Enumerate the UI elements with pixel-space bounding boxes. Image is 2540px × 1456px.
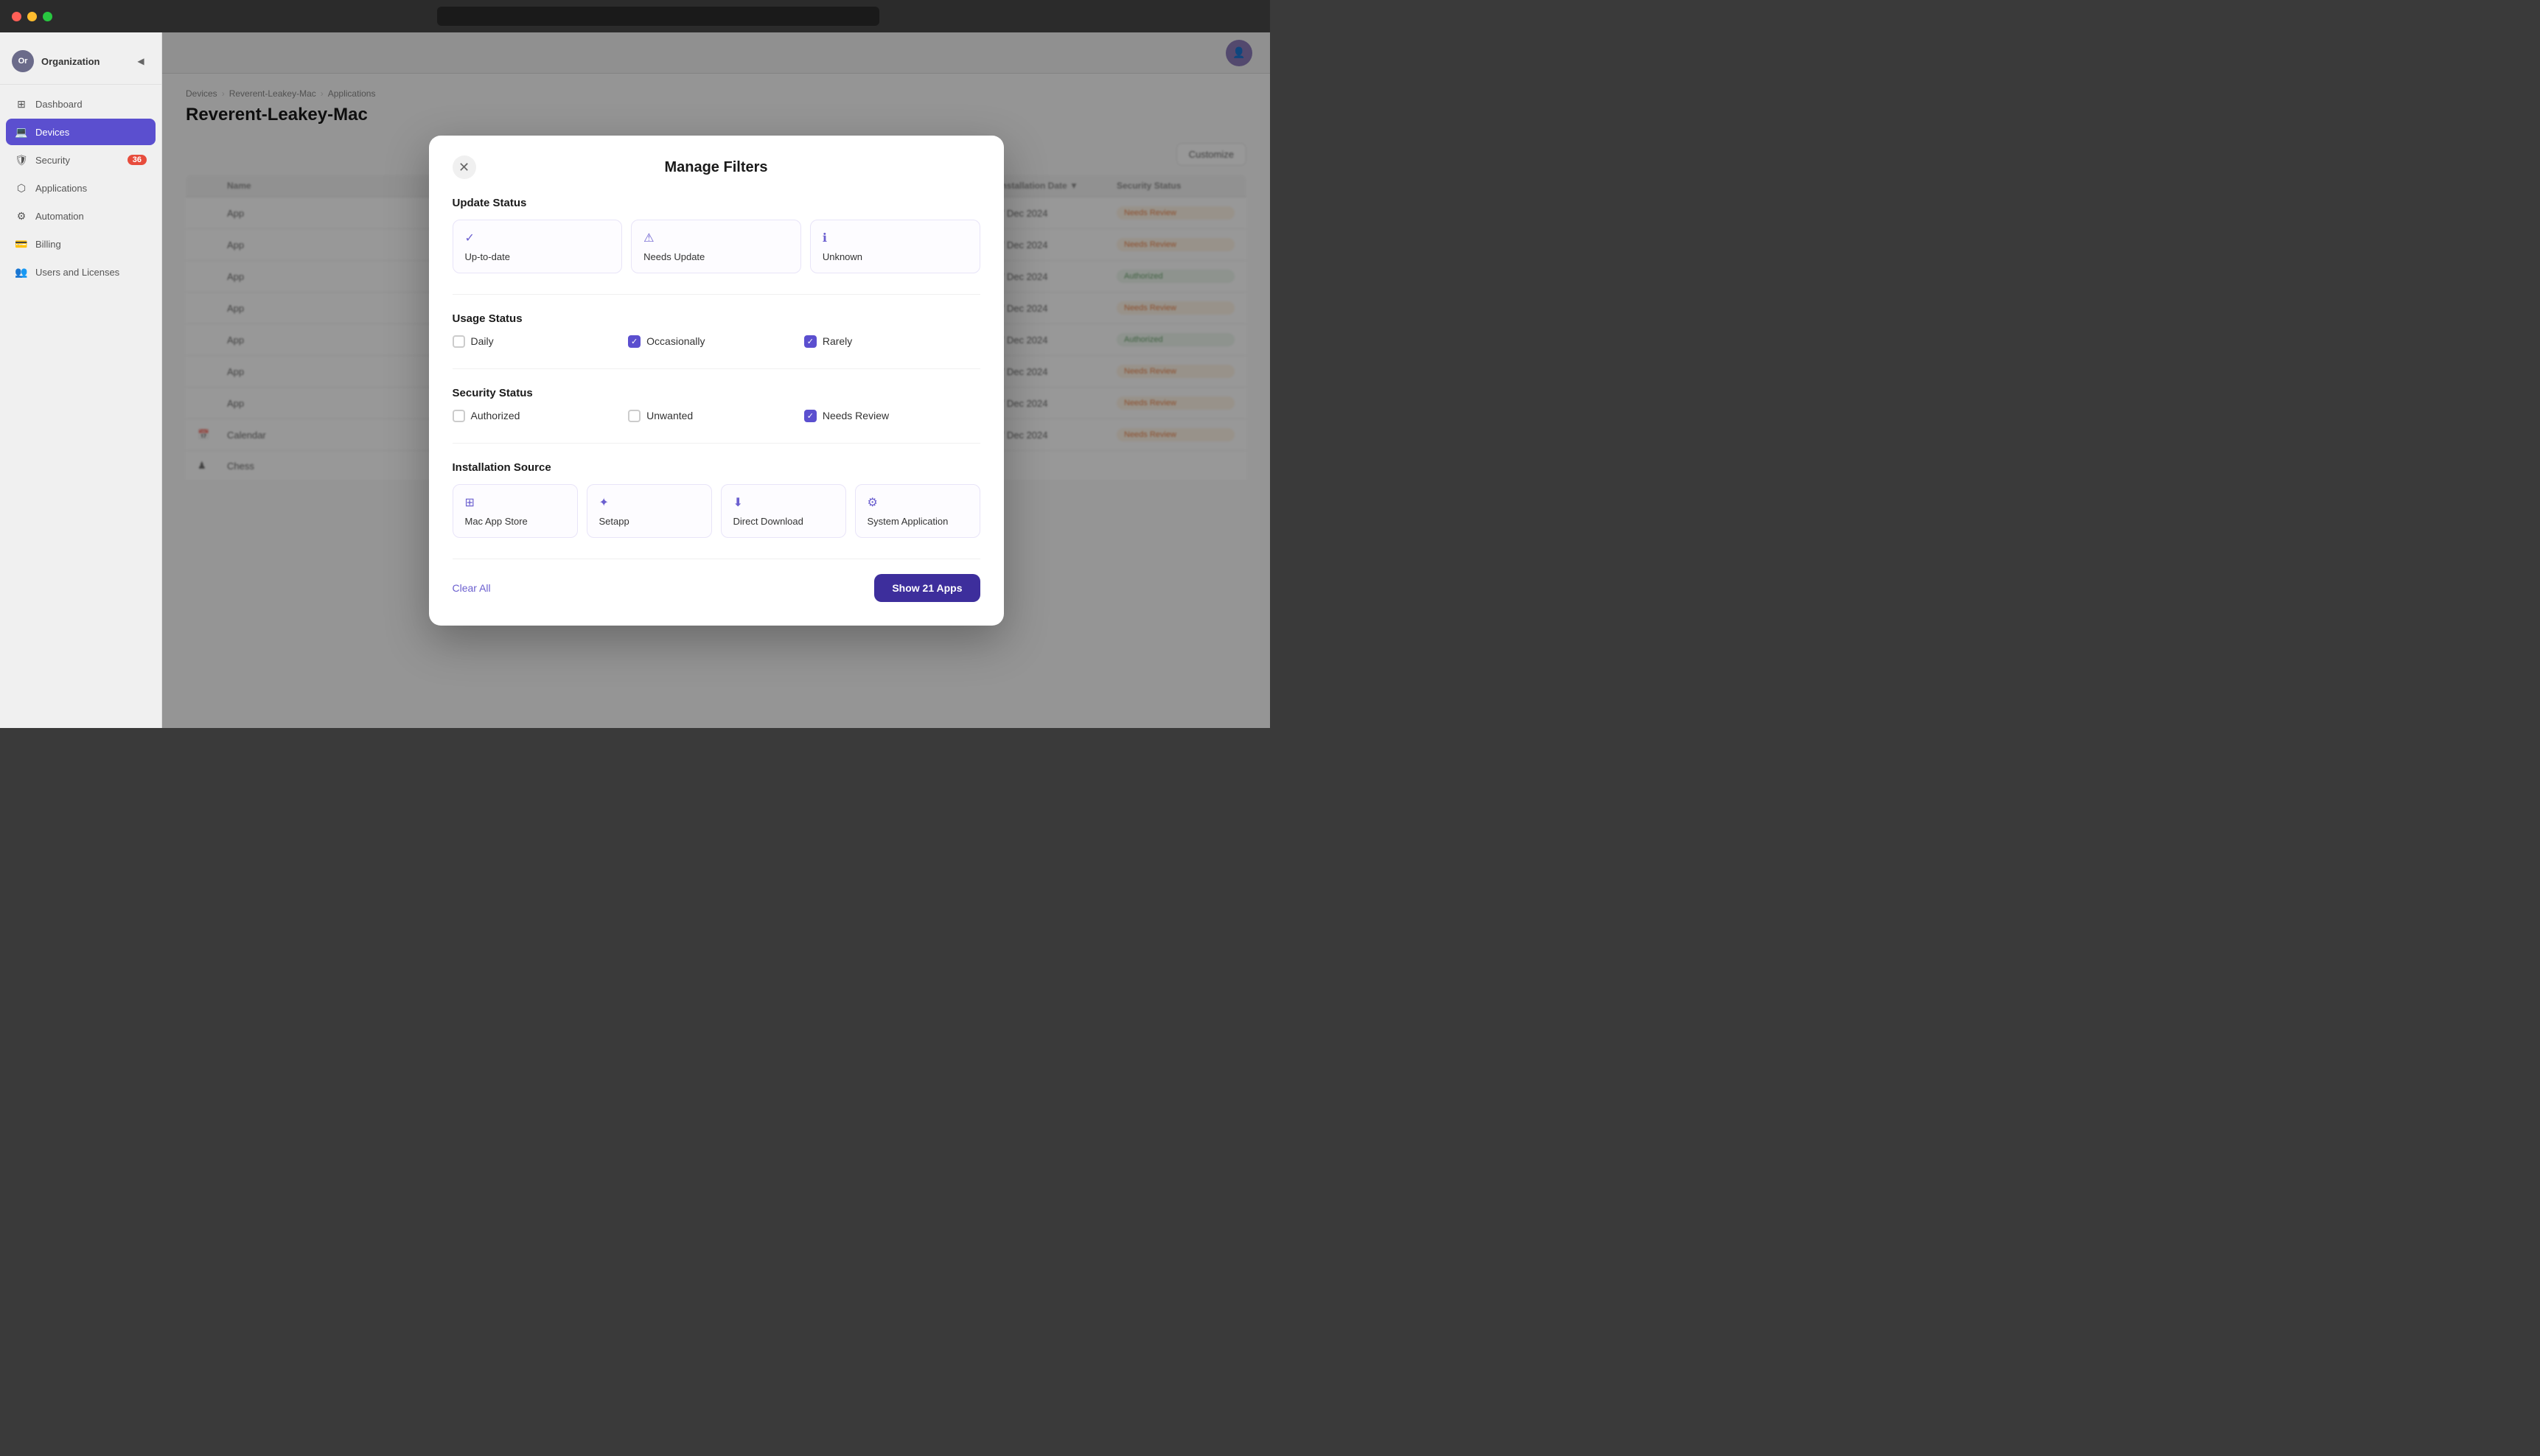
needs-update-label: Needs Update	[643, 251, 789, 262]
sidebar-item-label: Applications	[35, 183, 87, 194]
source-system-application[interactable]: ⚙ System Application	[855, 484, 980, 538]
shield-icon: 🛡	[15, 153, 28, 167]
usage-daily-row: Daily	[453, 335, 629, 348]
dashboard-icon: ⊞	[15, 97, 28, 111]
security-authorized-row: Authorized	[453, 410, 629, 422]
org-name: Organization	[41, 56, 100, 67]
window-chrome	[0, 0, 1270, 32]
sidebar-item-label: Dashboard	[35, 99, 83, 110]
usage-status-label: Usage Status	[453, 312, 980, 325]
mac-app-store-icon: ⊞	[465, 495, 565, 510]
check-circle-icon: ✓	[465, 231, 610, 245]
sidebar-item-billing[interactable]: 💳 Billing	[6, 231, 156, 257]
security-needs-review-checkbox[interactable]: ✓	[804, 410, 817, 422]
security-authorized-label: Authorized	[471, 410, 520, 421]
modal-overlay: ✕ Manage Filters Update Status ✓ Up-to-d…	[162, 32, 1270, 728]
sidebar-item-label: Billing	[35, 239, 61, 250]
security-status-label: Security Status	[453, 387, 980, 399]
sidebar-item-label: Automation	[35, 211, 84, 222]
collapse-sidebar-button[interactable]: ◀	[132, 52, 150, 70]
org-header: Or Organization ◀	[0, 44, 161, 85]
billing-icon: 💳	[15, 237, 28, 251]
sidebar-item-security[interactable]: 🛡 Security 36	[6, 147, 156, 173]
modal-header: ✕ Manage Filters	[453, 159, 980, 176]
manage-filters-modal: ✕ Manage Filters Update Status ✓ Up-to-d…	[429, 136, 1004, 626]
close-window-button[interactable]	[12, 12, 21, 21]
usage-rarely-checkbox[interactable]: ✓	[804, 335, 817, 348]
security-needs-review-row: ✓ Needs Review	[804, 410, 980, 422]
usage-status-grid: Daily ✓ Occasionally ✓ Rarely	[453, 335, 980, 348]
warning-icon: ⚠	[643, 231, 789, 245]
sidebar: Or Organization ◀ ⊞ Dashboard 💻 Devices …	[0, 32, 162, 728]
installation-source-label: Installation Source	[453, 461, 980, 474]
mac-app-store-label: Mac App Store	[465, 516, 565, 527]
direct-download-label: Direct Download	[733, 516, 834, 527]
security-badge: 36	[128, 155, 147, 165]
users-icon: 👥	[15, 265, 28, 279]
sidebar-item-devices[interactable]: 💻 Devices	[6, 119, 156, 145]
security-unwanted-label: Unwanted	[646, 410, 693, 421]
address-bar[interactable]	[437, 7, 879, 26]
security-authorized-checkbox[interactable]	[453, 410, 465, 422]
clear-all-button[interactable]: Clear All	[453, 582, 491, 594]
update-status-grid: ✓ Up-to-date ⚠ Needs Update ℹ Unknown	[453, 220, 980, 273]
sidebar-item-users-and-licenses[interactable]: 👥 Users and Licenses	[6, 259, 156, 285]
unknown-label: Unknown	[823, 251, 968, 262]
security-status-section: Security Status Authorized Unwanted ✓	[453, 387, 980, 422]
security-status-grid: Authorized Unwanted ✓ Needs Review	[453, 410, 980, 422]
sidebar-item-label: Security	[35, 155, 70, 166]
setapp-icon: ✦	[599, 495, 699, 510]
sidebar-item-dashboard[interactable]: ⊞ Dashboard	[6, 91, 156, 117]
installation-source-section: Installation Source ⊞ Mac App Store ✦ Se…	[453, 461, 980, 538]
usage-occasionally-label: Occasionally	[646, 335, 705, 347]
system-application-label: System Application	[868, 516, 968, 527]
update-status-label: Update Status	[453, 197, 980, 209]
modal-close-button[interactable]: ✕	[453, 155, 476, 179]
main-content: 👤 Devices › Reverent-Leakey-Mac › Applic…	[162, 32, 1270, 728]
install-source-grid: ⊞ Mac App Store ✦ Setapp ⬇ Direct Downlo…	[453, 484, 980, 538]
sidebar-item-automation[interactable]: ⚙ Automation	[6, 203, 156, 229]
usage-daily-label: Daily	[471, 335, 494, 347]
sidebar-item-applications[interactable]: ⬡ Applications	[6, 175, 156, 201]
devices-icon: 💻	[15, 125, 28, 139]
setapp-label: Setapp	[599, 516, 699, 527]
update-status-section: Update Status ✓ Up-to-date ⚠ Needs Updat…	[453, 197, 980, 273]
minimize-window-button[interactable]	[27, 12, 37, 21]
usage-occasionally-row: ✓ Occasionally	[628, 335, 804, 348]
sidebar-item-label: Devices	[35, 127, 69, 138]
maximize-window-button[interactable]	[43, 12, 52, 21]
automation-icon: ⚙	[15, 209, 28, 223]
section-divider-3	[453, 443, 980, 444]
sidebar-item-label: Users and Licenses	[35, 267, 119, 278]
sidebar-nav: ⊞ Dashboard 💻 Devices 🛡 Security 36 ⬡ Ap…	[0, 91, 161, 285]
show-apps-button[interactable]: Show 21 Apps	[874, 574, 980, 602]
usage-daily-checkbox[interactable]	[453, 335, 465, 348]
download-icon: ⬇	[733, 495, 834, 510]
gear-icon: ⚙	[868, 495, 968, 510]
update-status-unknown[interactable]: ℹ Unknown	[810, 220, 980, 273]
applications-icon: ⬡	[15, 181, 28, 195]
usage-rarely-row: ✓ Rarely	[804, 335, 980, 348]
modal-title: Manage Filters	[664, 159, 767, 176]
section-divider-2	[453, 368, 980, 369]
up-to-date-label: Up-to-date	[465, 251, 610, 262]
close-icon: ✕	[458, 160, 470, 175]
section-divider-1	[453, 294, 980, 295]
usage-rarely-label: Rarely	[823, 335, 852, 347]
security-unwanted-row: Unwanted	[628, 410, 804, 422]
source-direct-download[interactable]: ⬇ Direct Download	[721, 484, 846, 538]
source-setapp[interactable]: ✦ Setapp	[587, 484, 712, 538]
security-needs-review-label: Needs Review	[823, 410, 889, 421]
info-icon: ℹ	[823, 231, 968, 245]
update-status-up-to-date[interactable]: ✓ Up-to-date	[453, 220, 623, 273]
update-status-needs-update[interactable]: ⚠ Needs Update	[631, 220, 801, 273]
app-container: Or Organization ◀ ⊞ Dashboard 💻 Devices …	[0, 32, 1270, 728]
modal-footer: Clear All Show 21 Apps	[453, 559, 980, 602]
usage-status-section: Usage Status Daily ✓ Occasionally ✓ Rar	[453, 312, 980, 348]
source-mac-app-store[interactable]: ⊞ Mac App Store	[453, 484, 578, 538]
org-avatar: Or	[12, 50, 34, 72]
security-unwanted-checkbox[interactable]	[628, 410, 641, 422]
usage-occasionally-checkbox[interactable]: ✓	[628, 335, 641, 348]
